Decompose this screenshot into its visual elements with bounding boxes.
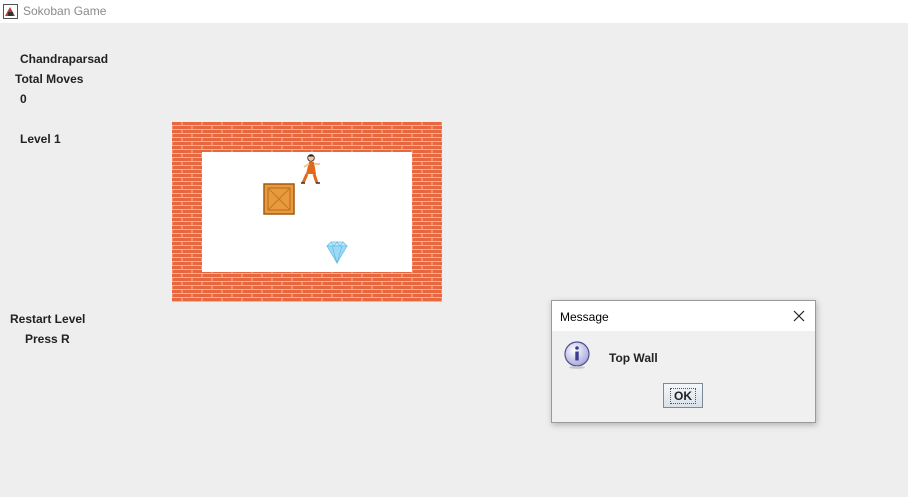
ok-button-label: OK <box>670 387 696 404</box>
total-moves-value: 0 <box>20 92 27 106</box>
crate <box>263 183 295 215</box>
app-icon <box>3 4 18 19</box>
window-title: Sokoban Game <box>23 4 107 18</box>
dialog-title-bar: Message <box>552 301 815 331</box>
close-icon[interactable] <box>790 307 808 325</box>
player-name: Chandraparsad <box>20 52 109 66</box>
dialog-title: Message <box>560 310 609 324</box>
game-board <box>172 122 442 302</box>
ok-button[interactable]: OK <box>663 383 703 408</box>
total-moves-label: Total Moves <box>15 72 84 86</box>
window-title-bar: Sokoban Game <box>0 0 908 23</box>
message-dialog: Message Top Wall OK <box>551 300 816 423</box>
restart-level-label: Restart Level <box>10 312 86 326</box>
info-icon <box>564 341 590 369</box>
restart-key-hint: Press R <box>25 332 70 346</box>
level-label: Level 1 <box>20 132 61 146</box>
dialog-message: Top Wall <box>609 351 658 365</box>
